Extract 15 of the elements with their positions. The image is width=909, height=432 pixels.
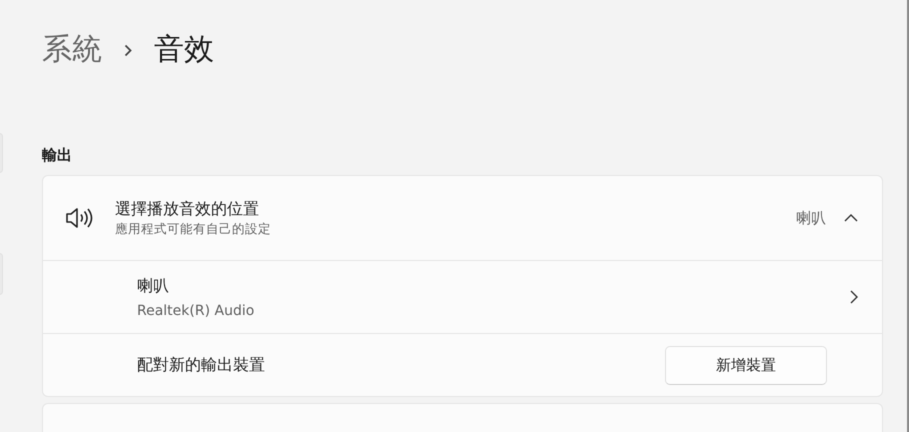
chevron-right-icon [124, 44, 132, 56]
chevron-right-icon[interactable] [850, 290, 858, 304]
selected-device: 喇叭 [796, 208, 826, 229]
add-device-button[interactable]: 新增裝置 [665, 346, 827, 384]
scrollbar[interactable] [907, 0, 909, 432]
breadcrumb-item[interactable]: 系統 [42, 35, 102, 65]
device-name: 喇叭 [137, 274, 170, 296]
setting-title: 選擇播放音效的位置 [115, 198, 260, 220]
speaker-icon [65, 206, 93, 230]
setting-title: 配對新的輸出裝置 [137, 354, 266, 376]
chevron-up-icon[interactable] [844, 214, 858, 222]
breadcrumb-item: 音效 [154, 35, 214, 65]
device-detail: Realtek(R) Audio [137, 302, 256, 320]
section-title: 輸出 [42, 145, 73, 166]
setting-description: 應用程式可能有自己的設定 [115, 220, 272, 238]
